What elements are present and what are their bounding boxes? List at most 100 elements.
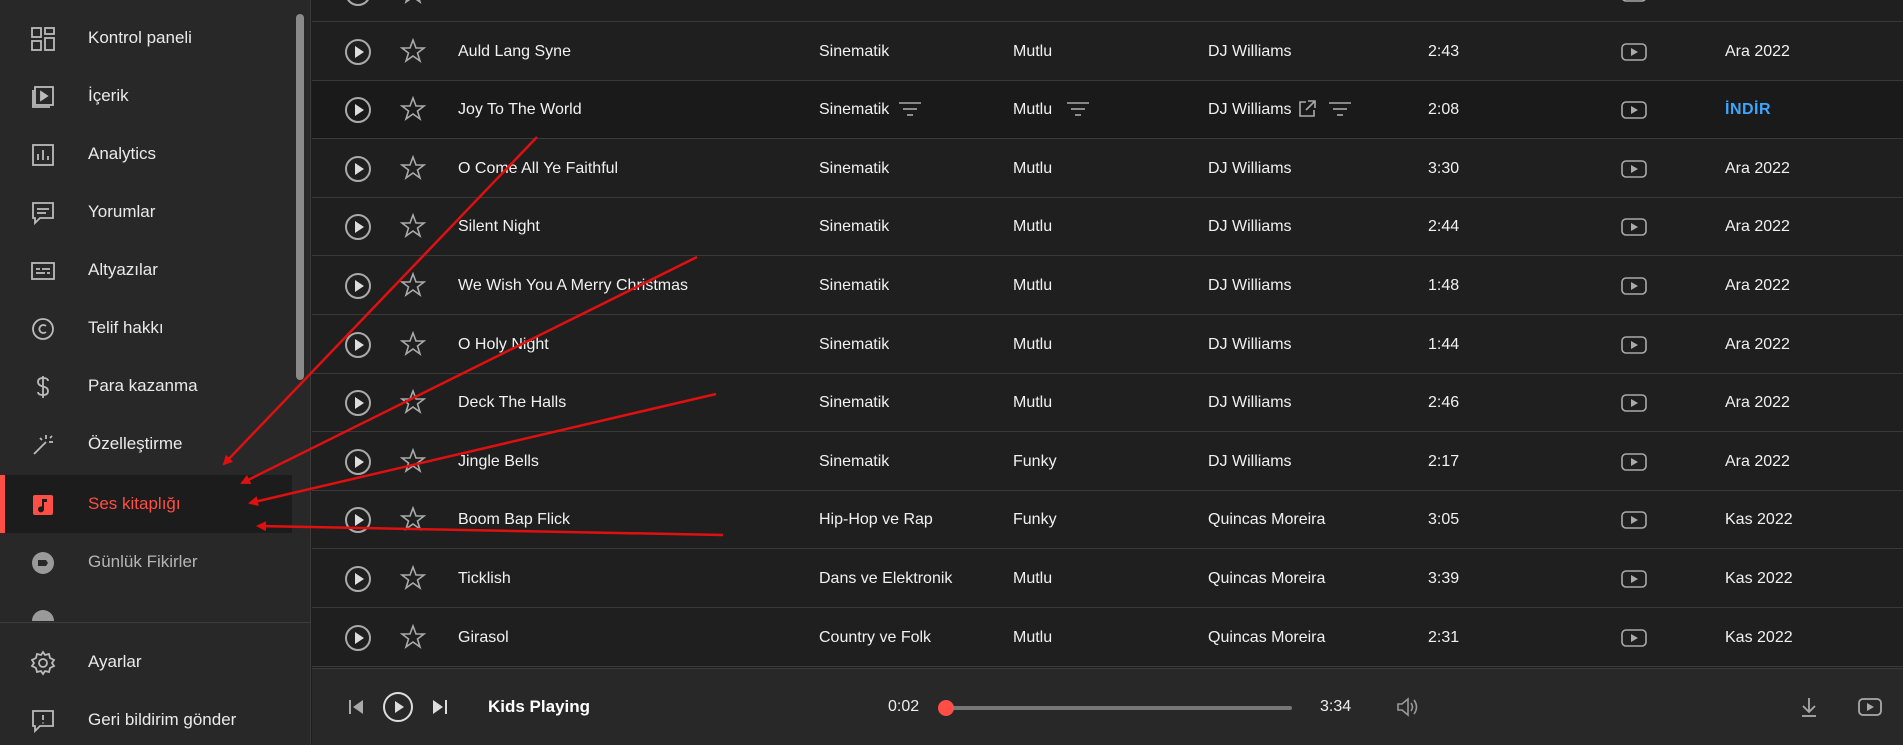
sidebar-item-comments[interactable]: Yorumlar — [0, 183, 292, 241]
youtube-icon[interactable] — [1620, 42, 1648, 62]
gear-icon — [30, 650, 56, 676]
dashboard-icon — [30, 26, 56, 52]
play-icon[interactable] — [345, 38, 371, 65]
play-icon[interactable] — [345, 565, 371, 592]
favorite-star-icon[interactable] — [400, 96, 426, 122]
download-icon[interactable] — [1798, 695, 1820, 719]
track-artist: DJ Williams — [1208, 101, 1292, 119]
total-time: 3:34 — [1320, 698, 1352, 715]
youtube-icon[interactable] — [1620, 569, 1648, 589]
track-mood: Funky — [1013, 452, 1057, 470]
sidebar-item-daily-ideas[interactable]: Günlük Fikirler — [0, 533, 292, 591]
track-genre: Hip-Hop ve Rap — [819, 511, 933, 529]
sidebar-item-copyright[interactable]: Telif hakkı — [0, 299, 292, 357]
sidebar-item-monetization[interactable]: Para kazanma — [0, 357, 292, 415]
play-icon[interactable] — [345, 624, 371, 651]
sidebar-item-settings[interactable]: Ayarlar — [0, 633, 292, 691]
filter-icon[interactable] — [1328, 99, 1352, 119]
youtube-icon[interactable] — [1620, 510, 1648, 530]
copyright-icon — [30, 316, 56, 342]
youtube-icon[interactable] — [1620, 0, 1648, 3]
youtube-icon[interactable] — [1620, 335, 1648, 355]
table-row[interactable]: Girasol Country ve Folk Mutlu Quincas Morei… — [312, 609, 1903, 667]
volume-icon[interactable] — [1395, 695, 1421, 719]
track-genre: Sinematik — [819, 276, 890, 294]
play-icon[interactable] — [345, 331, 371, 358]
favorite-star-icon[interactable] — [400, 506, 426, 532]
favorite-star-icon[interactable] — [400, 564, 426, 591]
player-track-title: Kids Playing — [488, 697, 591, 716]
youtube-icon[interactable] — [1620, 100, 1648, 120]
sidebar-item-partial[interactable] — [0, 591, 292, 621]
track-artist: DJ Williams — [1208, 159, 1292, 177]
play-icon[interactable] — [345, 214, 371, 241]
sidebar-item-customization[interactable]: Özelleştirme — [0, 415, 292, 473]
table-row[interactable]: Boom Bap Flick Hip-Hop ve Rap Funky Quincas… — [312, 491, 1903, 550]
external-link-icon[interactable] — [1297, 99, 1317, 119]
table-row[interactable]: O Come All Ye Faithful Sinematik Mutlu DJ W… — [312, 140, 1903, 198]
sidebar-item-analytics[interactable]: Analytics — [0, 125, 292, 183]
track-added-date: Ara 2022 — [1725, 42, 1790, 60]
play-icon[interactable] — [345, 155, 371, 182]
sidebar-item-subtitles[interactable]: Altyazılar — [0, 241, 292, 299]
youtube-icon[interactable] — [1620, 628, 1648, 648]
download-link[interactable]: İNDİR — [1725, 101, 1771, 119]
track-mood: Mutlu — [1013, 218, 1053, 236]
favorite-star-icon[interactable] — [400, 389, 426, 415]
table-row[interactable]: O Holy Night Sinematik Mutlu DJ Williams 1:4… — [312, 316, 1903, 374]
table-row-partial — [312, 0, 1903, 22]
filter-icon[interactable] — [898, 99, 922, 119]
table-row[interactable]: Ticklish Dans ve Elektronik Mutlu Quincas M… — [312, 550, 1903, 608]
sidebar-divider — [0, 622, 311, 623]
play-icon[interactable] — [345, 448, 371, 475]
table-row[interactable]: Deck The Halls Sinematik Mutlu DJ Williams 2… — [312, 374, 1903, 433]
play-icon[interactable] — [345, 507, 371, 534]
favorite-star-icon[interactable] — [400, 447, 426, 474]
play-icon[interactable] — [345, 390, 371, 417]
sidebar-item-label: Geri bildirim gönder — [88, 710, 237, 729]
youtube-icon[interactable] — [1620, 276, 1648, 296]
track-added-date: Kas 2022 — [1725, 511, 1793, 529]
sidebar-item-dashboard[interactable]: Kontrol paneli — [0, 9, 292, 67]
table-row[interactable]: We Wish You A Merry Christmas Sinematik Mu… — [312, 257, 1903, 315]
youtube-icon[interactable] — [1620, 452, 1648, 472]
progress-knob[interactable] — [937, 700, 954, 716]
progress-bar[interactable] — [942, 706, 1292, 710]
favorite-star-icon[interactable] — [400, 37, 426, 64]
favorite-star-icon[interactable] — [400, 330, 426, 357]
favorite-star-icon[interactable] — [400, 271, 426, 298]
play-button[interactable] — [382, 691, 414, 723]
favorite-star-icon[interactable] — [400, 0, 426, 5]
ideas-icon — [30, 550, 56, 576]
sidebar: Kontrol paneli İçerik Analytics Yorumlar… — [0, 0, 311, 745]
youtube-icon[interactable] — [1620, 159, 1648, 179]
filter-icon[interactable] — [1066, 99, 1090, 119]
sidebar-item-audio-library[interactable]: Ses kitaplığı — [0, 475, 292, 533]
play-icon[interactable] — [345, 272, 371, 299]
play-icon[interactable] — [345, 97, 371, 124]
table-row[interactable]: Silent Night Sinematik Mutlu DJ Williams 2:4… — [312, 198, 1903, 257]
sidebar-scrollbar[interactable] — [296, 14, 304, 380]
sidebar-item-content[interactable]: İçerik — [0, 67, 292, 125]
sidebar-item-feedback[interactable]: Geri bildirim gönder — [0, 691, 292, 745]
track-artist: DJ Williams — [1208, 452, 1292, 470]
favorite-star-icon[interactable] — [400, 623, 426, 650]
feedback-icon — [30, 708, 56, 734]
youtube-icon[interactable] — [1620, 393, 1648, 413]
youtube-icon[interactable] — [1857, 696, 1883, 718]
youtube-icon[interactable] — [1620, 217, 1648, 237]
table-row[interactable]: Joy To The World Sinematik Mutlu DJ William… — [312, 81, 1903, 140]
play-icon[interactable] — [345, 0, 371, 6]
sidebar-item-label: Ses kitaplığı — [88, 494, 181, 513]
favorite-star-icon[interactable] — [400, 213, 426, 239]
favorite-star-icon[interactable] — [400, 154, 426, 181]
previous-track-icon[interactable] — [346, 697, 366, 717]
track-added-date: Ara 2022 — [1725, 335, 1790, 353]
track-genre: Sinematik — [819, 42, 890, 60]
track-artist: DJ Williams — [1208, 276, 1292, 294]
track-genre: Sinematik — [819, 394, 890, 412]
track-genre: Sinematik — [819, 335, 890, 353]
table-row[interactable]: Auld Lang Syne Sinematik Mutlu DJ Williams 2… — [312, 23, 1903, 81]
next-track-icon[interactable] — [430, 697, 450, 717]
table-row[interactable]: Jingle Bells Sinematik Funky DJ Williams 2:1… — [312, 433, 1903, 491]
